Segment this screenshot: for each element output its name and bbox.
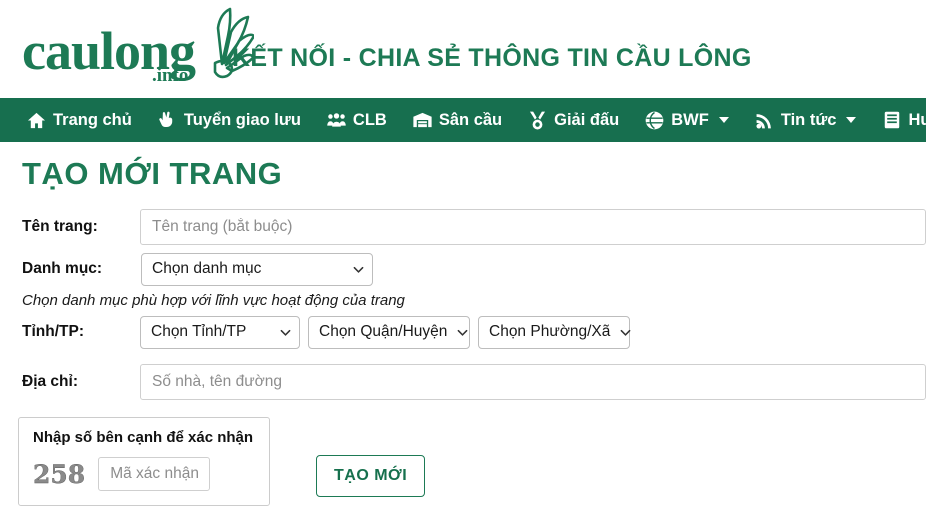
field-row-danh-muc: Danh mục: Chọn danh mục: [0, 248, 926, 290]
captcha-fieldset: Nhập số bên cạnh để xác nhận 258: [18, 417, 270, 506]
submit-wrapper: TẠO MỚI: [270, 417, 426, 497]
district-selected-value: Chọn Quận/Huyện: [319, 323, 448, 340]
nav-item-bwf[interactable]: BWF: [632, 98, 742, 142]
dia-chi-input[interactable]: [140, 364, 926, 400]
field-row-ten-trang: Tên trang:: [0, 206, 926, 248]
captcha-code: 258: [33, 459, 86, 489]
danh-muc-select[interactable]: Chọn danh mục: [141, 252, 373, 286]
field-row-tinh-tp: Tỉnh/TP: Chọn Tỉnh/TP Chọn Quận/Huyện Ch…: [0, 311, 926, 353]
home-icon: [27, 111, 46, 130]
ward-selected-value: Chọn Phường/Xã: [489, 323, 611, 340]
site-logo[interactable]: caulong .info: [22, 6, 254, 92]
captcha-row: 258: [33, 457, 255, 491]
main-navigation: Trang chủ Tuyển giao lưu CLB Sân cầu Giả…: [0, 98, 926, 142]
site-tagline: KẾT NỐI - CHIA SẺ THÔNG TIN CẦU LÔNG: [232, 44, 752, 72]
captcha-and-submit: Nhập số bên cạnh để xác nhận 258 TẠO MỚI: [0, 417, 926, 506]
warehouse-icon: [413, 111, 432, 130]
medal-icon: [528, 111, 547, 130]
nav-label: Tin tức: [780, 110, 837, 129]
globe-icon: [645, 111, 664, 130]
danh-muc-selected-value: Chọn danh mục: [152, 260, 262, 277]
nav-label: Trang chủ: [53, 110, 132, 129]
book-icon: [882, 111, 901, 130]
page-title: TẠO MỚI TRANG: [22, 156, 283, 191]
nav-item-trang-chu[interactable]: Trang chủ: [14, 98, 145, 142]
nav-item-tuyen-giao-luu[interactable]: Tuyển giao lưu: [145, 98, 314, 142]
label-ten-trang: Tên trang:: [22, 218, 98, 235]
nav-item-huong-dan[interactable]: Hướng dẫn: [869, 98, 926, 142]
chevron-down-icon: [457, 327, 468, 338]
label-tinh-tp: Tỉnh/TP:: [22, 323, 84, 340]
field-row-dia-chi: Địa chỉ:: [0, 361, 926, 403]
nav-label: Hướng dẫn: [908, 110, 926, 129]
captcha-legend: Nhập số bên cạnh để xác nhận: [33, 429, 254, 446]
chevron-down-icon: [718, 117, 729, 123]
ward-select[interactable]: Chọn Phường/Xã: [478, 315, 631, 349]
nav-item-san-cau[interactable]: Sân cầu: [400, 98, 515, 142]
nav-item-clb[interactable]: CLB: [314, 98, 400, 142]
nav-label: Tuyển giao lưu: [183, 110, 301, 129]
site-header: caulong .info KẾT NỐI - CHIA SẺ THÔNG TI…: [0, 0, 926, 98]
nav-label: Sân cầu: [438, 110, 503, 129]
chevron-down-icon: [280, 327, 291, 338]
ten-trang-input[interactable]: [140, 209, 926, 245]
captcha-input[interactable]: [98, 457, 211, 491]
hand-peace-icon: [158, 111, 177, 130]
province-select[interactable]: Chọn Tỉnh/TP: [140, 315, 300, 349]
chevron-down-icon: [353, 264, 364, 275]
district-select[interactable]: Chọn Quận/Huyện: [308, 315, 470, 349]
nav-label: Giải đấu: [554, 110, 620, 129]
province-selected-value: Chọn Tỉnh/TP: [151, 323, 247, 340]
chevron-down-icon: [846, 117, 857, 123]
label-dia-chi: Địa chỉ:: [22, 373, 78, 390]
rss-icon: [755, 111, 774, 130]
nav-item-giai-dau[interactable]: Giải đấu: [515, 98, 632, 142]
create-page-form: Tên trang: Danh mục: Chọn danh mục Chọn …: [0, 206, 926, 403]
nav-label: CLB: [352, 110, 387, 129]
label-danh-muc: Danh mục:: [22, 260, 103, 277]
nav-label: BWF: [671, 110, 709, 129]
create-page-submit-button[interactable]: TẠO MỚI: [316, 455, 426, 497]
nav-item-tin-tuc[interactable]: Tin tức: [742, 98, 870, 142]
danh-muc-hint: Chọn danh mục phù hợp với lĩnh vực hoạt …: [22, 292, 405, 309]
chevron-down-icon: [620, 327, 631, 338]
users-icon: [327, 111, 346, 130]
main-content: TẠO MỚI TRANG Tên trang: Danh mục: Chọn …: [0, 156, 926, 506]
